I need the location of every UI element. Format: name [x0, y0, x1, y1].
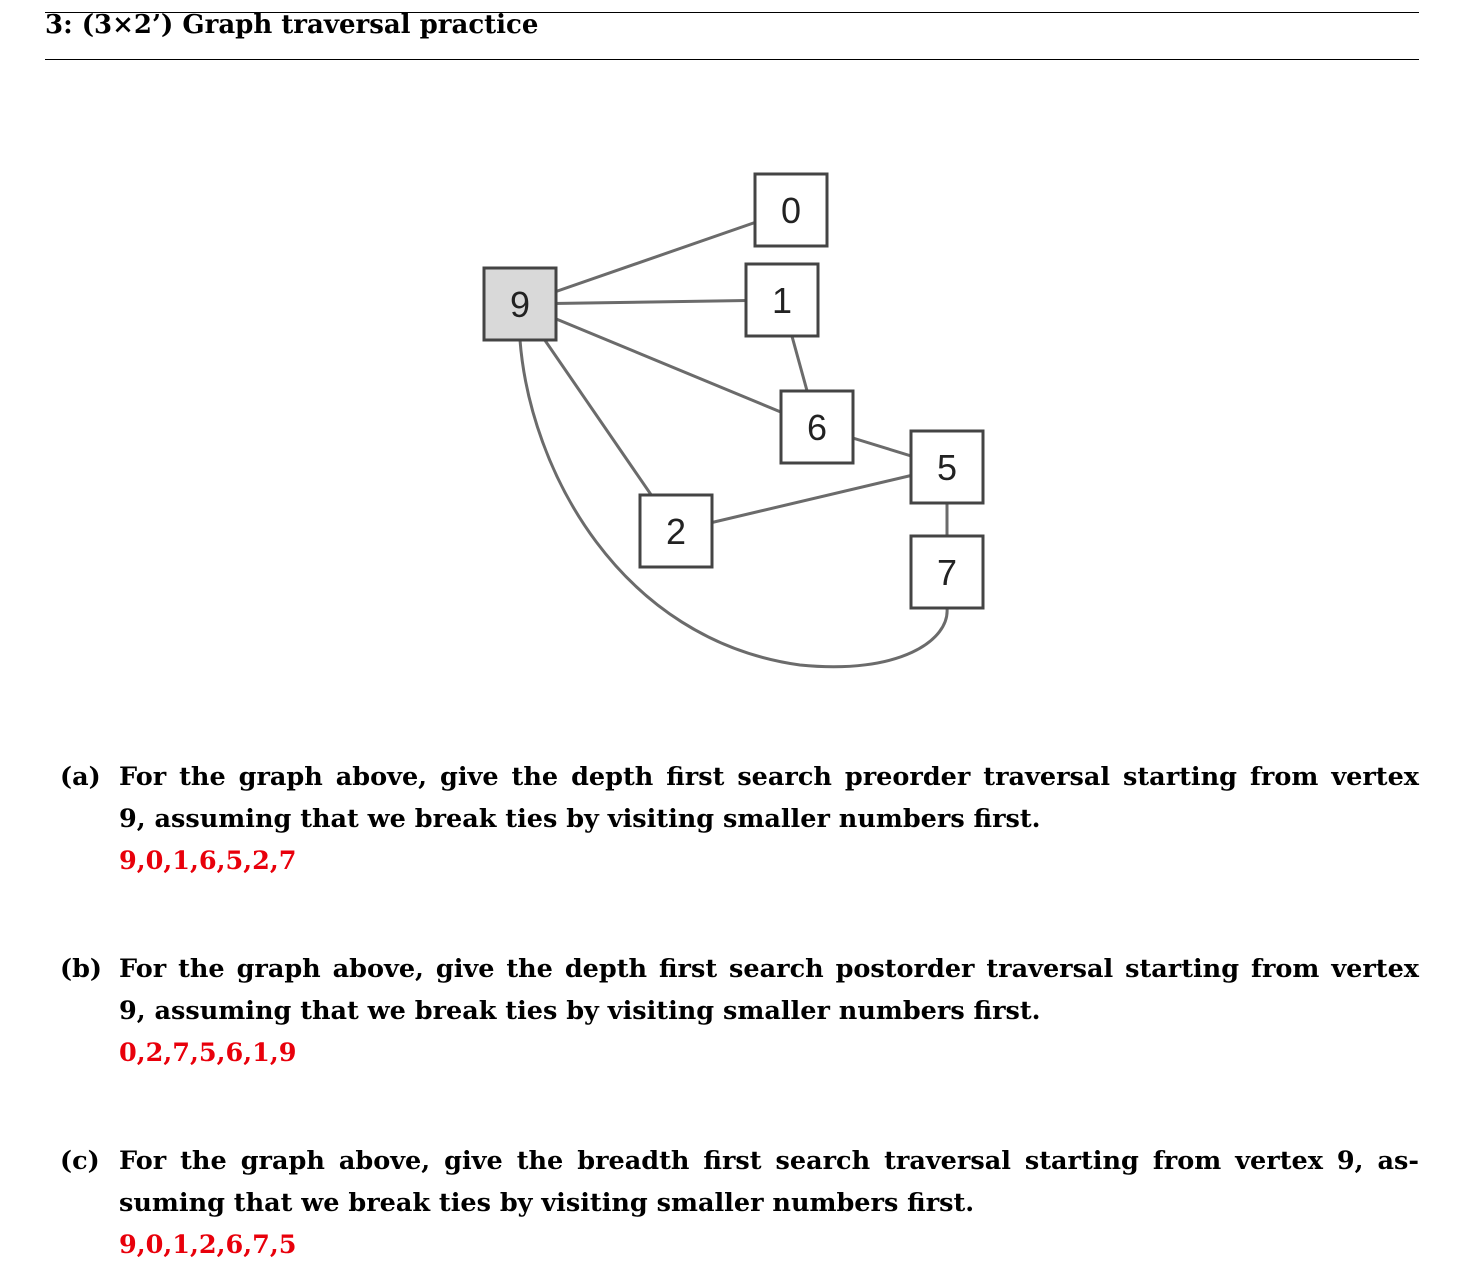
- graph-figure: 0 1 9 6 5 2 7: [482, 172, 985, 669]
- question-c-answer: 9,0,1,2,6,7,5: [119, 1230, 297, 1260]
- node-2-label: 2: [666, 511, 686, 552]
- question-a-line-2: 9, assuming that we break ties by visiti…: [119, 804, 1041, 834]
- node-2: 2: [638, 493, 714, 569]
- question-a-answer: 9,0,1,6,5,2,7: [119, 846, 297, 876]
- question-c-line-1: For the graph above, give the breadth fi…: [119, 1146, 1419, 1176]
- node-0: 0: [753, 172, 829, 248]
- node-5: 5: [909, 429, 985, 505]
- node-5-label: 5: [937, 447, 957, 488]
- question-c-number: (c): [60, 1146, 100, 1176]
- node-9: 9: [482, 266, 558, 342]
- node-6-label: 6: [807, 407, 827, 448]
- question-c-line-2: suming that we break ties by visiting sm…: [119, 1188, 975, 1218]
- question-a-line-1: For the graph above, give the depth firs…: [119, 762, 1419, 792]
- node-0-label: 0: [781, 190, 801, 231]
- node-1-label: 1: [772, 280, 792, 321]
- question-c-text: For the graph above, give the breadth fi…: [119, 1140, 1419, 1266]
- node-9-label: 9: [510, 284, 530, 325]
- question-b-line-2: 9, assuming that we break ties by visiti…: [119, 996, 1041, 1026]
- question-b-answer: 0,2,7,5,6,1,9: [119, 1038, 297, 1068]
- edge-2-5: [675, 465, 948, 533]
- node-1: 1: [744, 262, 820, 338]
- edge-9-1: [519, 298, 783, 306]
- node-6: 6: [779, 389, 855, 465]
- graph-edges: [518, 208, 949, 669]
- question-b-text: For the graph above, give the depth firs…: [119, 948, 1419, 1074]
- question-b-line-1: For the graph above, give the depth firs…: [119, 954, 1419, 984]
- question-b-number: (b): [60, 954, 102, 984]
- question-a-number: (a): [60, 762, 101, 792]
- edge-9-7: [518, 339, 949, 669]
- node-7-label: 7: [937, 552, 957, 593]
- node-7: 7: [909, 534, 985, 610]
- question-a-text: For the graph above, give the depth firs…: [119, 756, 1419, 882]
